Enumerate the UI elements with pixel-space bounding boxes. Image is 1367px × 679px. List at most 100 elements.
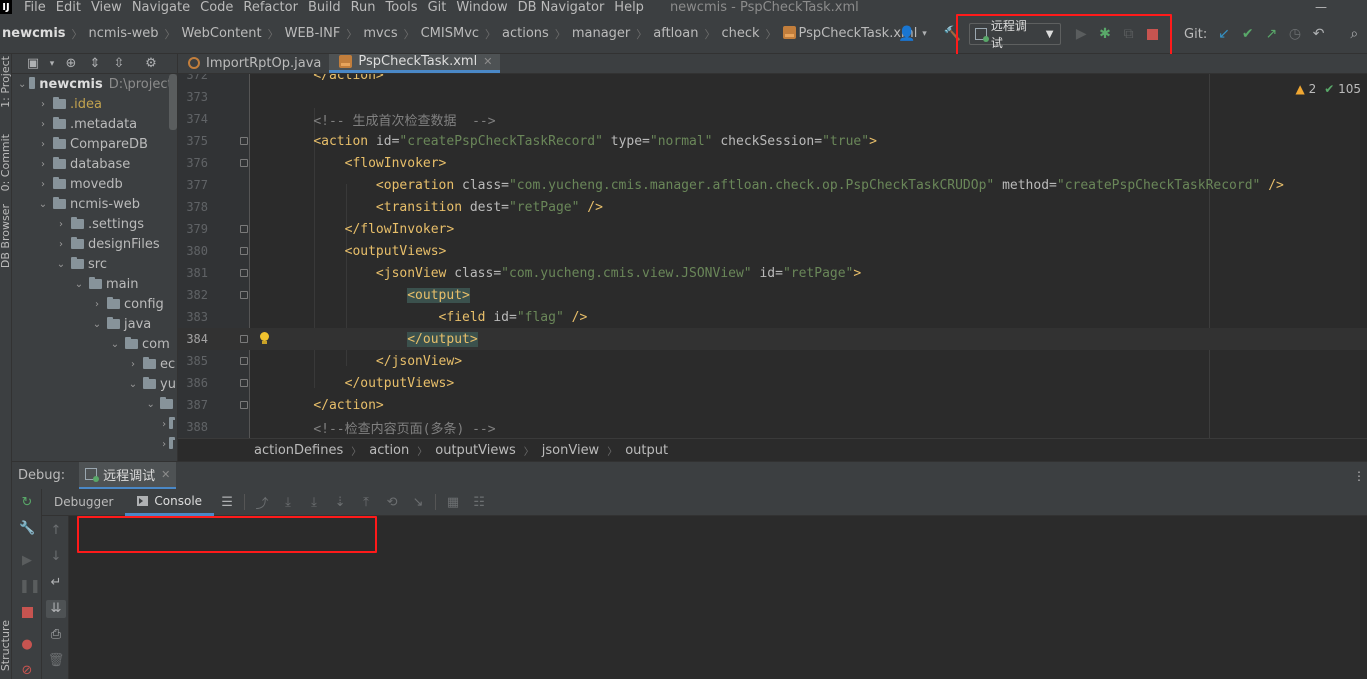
tree-item[interactable]: › .idea [12, 94, 177, 114]
chevron-right-icon[interactable]: › [36, 159, 50, 170]
db-browser-tool-window-button[interactable]: DB Browser [0, 204, 11, 268]
tree-item[interactable]: › movedb [12, 174, 177, 194]
resume-icon[interactable]: ▶ [19, 553, 35, 569]
tree-item[interactable]: › ec [12, 354, 177, 374]
tree-item[interactable]: › .metadata [12, 114, 177, 134]
code-line[interactable]: 381 <jsonView class="com.yucheng.cmis.vi… [178, 262, 1367, 284]
code-editor[interactable]: ▲ 2 ✔ 105 372 </action> 373 374 <!-- 生成首次检… [178, 74, 1367, 438]
project-tool-window-button[interactable]: 1: Project [0, 56, 11, 108]
close-icon[interactable]: ✕ [161, 468, 170, 481]
xml-breadcrumb-item[interactable]: action [369, 443, 409, 458]
down-arrow-icon[interactable]: ↓ [46, 548, 66, 566]
chevron-down-icon[interactable]: ⌄ [144, 399, 157, 410]
chevron-down-icon[interactable]: ⌄ [36, 199, 50, 210]
minimize-button[interactable]: — [1315, 0, 1327, 14]
chevron-right-icon[interactable]: › [54, 219, 68, 230]
locate-file-icon[interactable]: ⊕ [62, 56, 80, 71]
soft-wrap-icon[interactable]: ↵ [46, 574, 66, 592]
chevron-down-icon[interactable]: ⌄ [90, 319, 104, 330]
menu-file[interactable]: File [24, 0, 46, 14]
menu-edit[interactable]: Edit [56, 0, 81, 14]
breadcrumb-item[interactable]: manager [572, 26, 630, 41]
menu-code[interactable]: Code [200, 0, 233, 14]
chevron-right-icon[interactable]: › [36, 179, 50, 190]
fold-marker-icon[interactable] [240, 357, 248, 365]
tab-debugger[interactable]: Debugger [42, 489, 125, 516]
tree-item[interactable]: ⌄ [12, 394, 177, 414]
breadcrumb-item[interactable]: CMISMvc [421, 26, 479, 41]
chevron-right-icon[interactable]: › [90, 299, 104, 310]
more-options-icon[interactable]: ⋮ [1353, 469, 1365, 483]
menu-navigate[interactable]: Navigate [132, 0, 190, 14]
rerun-icon[interactable]: ↻ [19, 495, 35, 511]
step-into-icon[interactable]: ⤓ [301, 495, 327, 510]
editor-tab[interactable]: ImportRptOp.java [178, 54, 329, 73]
print-icon[interactable]: ⎙ [46, 626, 66, 644]
breadcrumb-item[interactable]: ncmis-web [89, 26, 159, 41]
menu-build[interactable]: Build [308, 0, 341, 14]
tree-item[interactable]: › .settings [12, 214, 177, 234]
xml-breadcrumb-item[interactable]: actionDefines [254, 443, 343, 458]
code-line[interactable]: 387 </action> [178, 394, 1367, 416]
code-line[interactable]: 383 <field id="flag" /> [178, 306, 1367, 328]
code-line[interactable]: 385 </jsonView> [178, 350, 1367, 372]
tree-item[interactable]: ⌄ src [12, 254, 177, 274]
commit-tool-window-button[interactable]: 0: Commit [0, 134, 11, 191]
scroll-to-end-icon[interactable]: ⇊ [46, 600, 66, 618]
chevron-down-icon[interactable]: ⌄ [54, 259, 68, 270]
code-line[interactable]: 376 <flowInvoker> [178, 152, 1367, 174]
menu-db-navigator[interactable]: DB Navigator [518, 0, 605, 14]
fold-marker-icon[interactable] [240, 335, 248, 343]
user-icon[interactable]: 👤 [896, 23, 918, 45]
tree-item[interactable]: ⌄ com [12, 334, 177, 354]
chevron-right-icon[interactable]: › [162, 439, 166, 450]
evaluate-expression-icon[interactable]: ▦ [440, 495, 466, 510]
tree-item[interactable]: › designFiles [12, 234, 177, 254]
menu-view[interactable]: View [91, 0, 122, 14]
tree-item[interactable]: ⌄ java [12, 314, 177, 334]
tree-item[interactable]: › config [12, 294, 177, 314]
tree-item[interactable]: › database [12, 154, 177, 174]
menu-refactor[interactable]: Refactor [243, 0, 298, 14]
chevron-down-icon[interactable]: ▾ [48, 59, 56, 69]
tree-item[interactable]: › [12, 414, 177, 434]
chevron-right-icon[interactable]: › [126, 359, 140, 370]
breadcrumb-item[interactable]: actions [502, 26, 549, 41]
up-arrow-icon[interactable]: ↑ [46, 522, 66, 540]
xml-breadcrumb-item[interactable]: jsonView [542, 443, 599, 458]
run-to-cursor-icon[interactable]: ↘ [405, 495, 431, 510]
mute-breakpoints-icon[interactable]: ⊘ [19, 663, 35, 679]
code-line[interactable]: 373 [178, 86, 1367, 108]
code-line[interactable]: 375 <action id="createPspCheckTaskRecord… [178, 130, 1367, 152]
fold-marker-icon[interactable] [240, 401, 248, 409]
step-out-icon[interactable]: ⤒ [353, 495, 379, 510]
debug-session-tab[interactable]: 远程调试 ✕ [79, 461, 177, 490]
code-line[interactable]: 380 <outputViews> [178, 240, 1367, 262]
chevron-right-icon[interactable]: › [36, 139, 50, 150]
force-step-into-icon[interactable]: ⇣ [327, 495, 353, 510]
menu-run[interactable]: Run [351, 0, 376, 14]
chevron-right-icon[interactable]: › [162, 419, 166, 430]
chevron-down-icon[interactable]: ⌄ [108, 339, 122, 350]
chevron-down-icon[interactable]: ⌄ [126, 379, 140, 390]
fold-marker-icon[interactable] [240, 247, 248, 255]
tree-item[interactable]: ⌄ main [12, 274, 177, 294]
code-line[interactable]: 374 <!-- 生成首次检查数据 --> [178, 108, 1367, 130]
tree-item[interactable]: ⌄ newcmis D:\project\ [12, 74, 177, 94]
fold-marker-icon[interactable] [240, 225, 248, 233]
tree-item[interactable]: ⌄ yu [12, 374, 177, 394]
code-line[interactable]: 382 <output> [178, 284, 1367, 306]
fold-marker-icon[interactable] [240, 269, 248, 277]
trace-stream-icon[interactable]: ☷ [466, 495, 492, 510]
tree-item[interactable]: › [12, 434, 177, 454]
code-line[interactable]: 379 </flowInvoker> [178, 218, 1367, 240]
breadcrumb-item[interactable]: mvcs [363, 26, 397, 41]
pause-icon[interactable]: ❚❚ [19, 579, 41, 595]
breadcrumb-item[interactable]: aftloan [653, 26, 698, 41]
menu-tools[interactable]: Tools [386, 0, 418, 14]
fold-marker-icon[interactable] [240, 137, 248, 145]
rollback-icon[interactable]: ↶ [1308, 23, 1330, 45]
code-line[interactable]: 384 </output> [178, 328, 1367, 350]
structure-tool-window-button[interactable]: Structure [0, 620, 11, 671]
chevron-right-icon[interactable]: › [36, 99, 50, 110]
